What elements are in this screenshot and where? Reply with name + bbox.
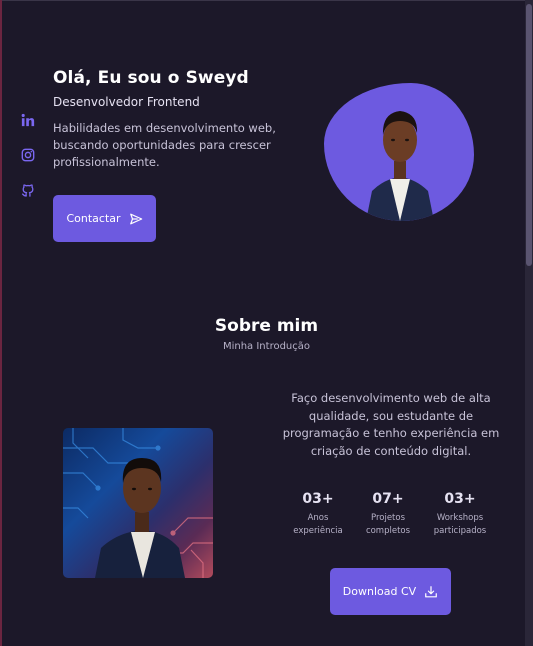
stat-value: 03+: [302, 491, 334, 507]
stat-label: Projetos completos: [365, 513, 411, 536]
hero-avatar: [324, 83, 474, 221]
hero-title: Olá, Eu sou o Sweyd: [53, 68, 249, 88]
download-cv-label: Download CV: [342, 585, 417, 598]
github-icon[interactable]: [20, 182, 36, 198]
hero-subtitle: Desenvolvedor Frontend: [53, 95, 200, 109]
scrollbar-track[interactable]: [525, 0, 533, 646]
instagram-icon[interactable]: [20, 147, 36, 163]
stat-years: 03+ Anos experiência: [283, 491, 353, 537]
contact-button[interactable]: Contactar: [53, 195, 156, 242]
download-icon: [425, 585, 438, 597]
contact-button-label: Contactar: [66, 212, 121, 225]
about-photo: [63, 428, 213, 578]
about-title: Sobre mim: [214, 316, 319, 336]
download-cv-button[interactable]: Download CV: [330, 568, 451, 615]
stat-label: Workshops participados: [433, 513, 487, 536]
about-subtitle: Minha Introdução: [222, 341, 311, 352]
about-description: Faço desenvolvimento web de alta qualida…: [282, 391, 500, 458]
stat-workshops: 03+ Workshops participados: [425, 491, 495, 537]
stat-value: 03+: [444, 491, 476, 507]
hero-description: Habilidades em desenvolvimento web, busc…: [53, 121, 276, 169]
scrollbar-thumb[interactable]: [526, 4, 532, 266]
window-top-border: [0, 0, 533, 1]
stat-projects: 07+ Projetos completos: [353, 491, 423, 537]
send-icon: [129, 213, 142, 224]
stat-value: 07+: [372, 491, 404, 507]
stat-label: Anos experiência: [293, 513, 343, 536]
linkedin-icon[interactable]: [20, 112, 36, 128]
